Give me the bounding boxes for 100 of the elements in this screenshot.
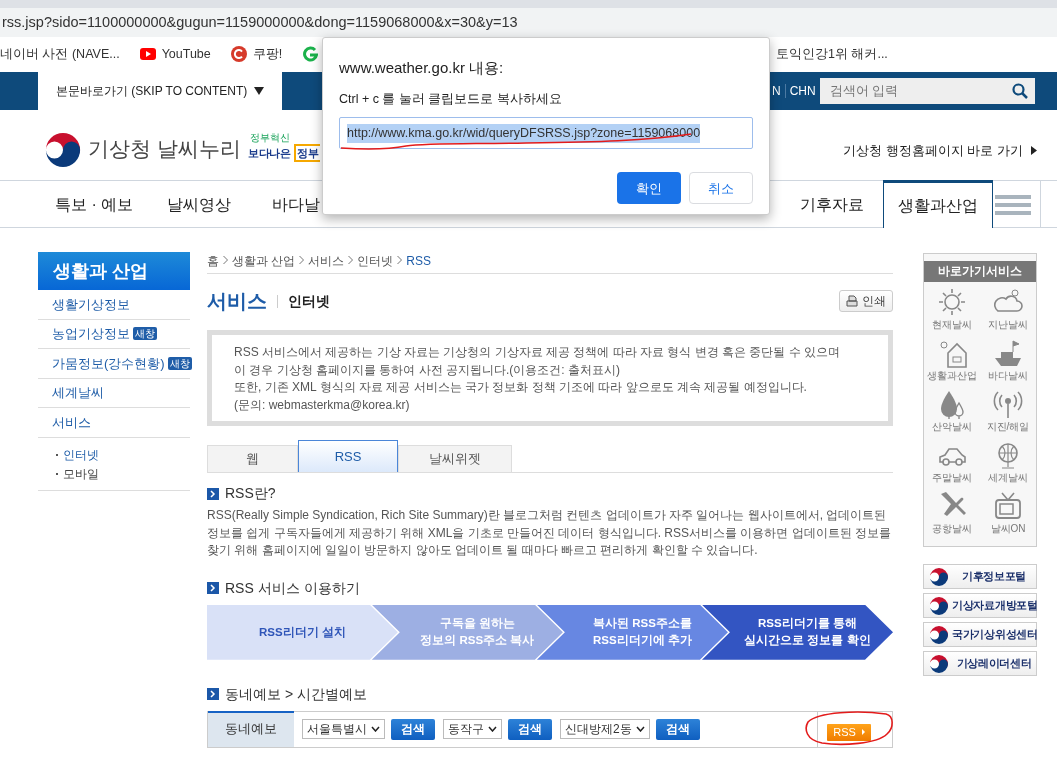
quick-link[interactable]: 날씨ON — [990, 491, 1026, 536]
language-link[interactable]: N — [772, 82, 781, 100]
tab[interactable]: RSS — [298, 440, 398, 472]
section-heading: RSS란? — [225, 484, 276, 503]
caret-icon — [254, 87, 264, 95]
triangle-icon — [1030, 146, 1037, 156]
portal-link[interactable]: 기상자료개방포털 — [923, 593, 1037, 618]
quick-link[interactable]: 공항날씨 — [932, 491, 972, 536]
search-button[interactable]: 검색 — [508, 718, 552, 740]
sidebar-subitem[interactable]: 모바일 — [63, 465, 99, 484]
sidebar-item[interactable]: 가뭄정보(강수현황) 새창 — [38, 349, 190, 379]
bookmark[interactable]: 토익인강1위 해커... — [776, 44, 888, 64]
step-text: RSS리더기에 추가 — [593, 633, 692, 649]
breadcrumb-link[interactable]: 홈 — [207, 252, 219, 270]
print-button[interactable]: 인쇄 — [839, 290, 893, 312]
step-text: RSS리더기를 통해 — [758, 616, 857, 632]
description-text: RSS(Really Simple Syndication, Rich Site Summary)란 블로그처럼 컨텐츠 업데이트가 자주 일어나는 웹사이트에서, 업데이트된 정보를 쉽게 구독자들에게 제공하기 위해 XML을 기초로 만들어진 데이터 형식입니다. RSS서비스를 이용하면 업데이트된 정보를 찾기 위해 홈페이지에 일일이 방문하지 않아도 업데이트 될 때마다 빠르고 편리하게 확인할 수 있습니다. — [207, 507, 893, 560]
breadcrumb-link[interactable]: 서비스 — [308, 252, 345, 270]
sidebar-item[interactable]: 생활기상정보 — [38, 290, 190, 320]
ok-button[interactable]: 확인 — [617, 172, 681, 205]
quick-link[interactable]: 지난날씨 — [988, 287, 1028, 332]
sidebar-item[interactable]: 농업기상정보 새창 — [38, 319, 190, 350]
bookmark[interactable] — [302, 46, 319, 62]
bookmark[interactable]: 쿠팡! — [230, 44, 283, 64]
url-field[interactable]: http://www.kma.go.kr/wid/queryDFSRSS.jsp?zone=1159068000 — [339, 117, 753, 150]
bullet-icon — [207, 582, 219, 595]
emblem-icon — [929, 624, 949, 645]
step-text: RSS리더기 설치 — [259, 624, 346, 640]
play-icon — [139, 48, 156, 60]
sun-icon — [937, 287, 967, 317]
notice-text: 또한, 기존 XML 형식의 자료 제공 서비스는 국가 정보화 정책 기조에 따라 앞으로도 계속 제공될 예정입니다. — [234, 379, 808, 396]
tab[interactable]: 날씨위젯 — [398, 445, 512, 472]
breadcrumb-current[interactable]: RSS — [406, 252, 432, 270]
panel-title: 바로가기서비스 — [924, 261, 1036, 282]
language-link[interactable]: CHN — [789, 82, 816, 100]
bookmark[interactable]: YouTube — [139, 44, 211, 64]
house-icon — [937, 338, 967, 368]
caret-icon — [635, 726, 645, 733]
new-window-badge: 새창 — [167, 357, 192, 370]
bookmark[interactable]: 네이버 사전 (NAVE... — [0, 44, 120, 64]
chevron-icon — [348, 255, 354, 265]
quick-link[interactable]: 현재날씨 — [932, 287, 972, 332]
search-button[interactable]: 검색 — [391, 718, 435, 740]
sidebar-subitem[interactable]: 인터넷 — [63, 446, 99, 465]
caret-icon — [488, 726, 497, 733]
step-text: 구독을 원하는 — [439, 616, 515, 632]
tab[interactable]: 웹 — [207, 445, 298, 472]
quick-link[interactable]: 바다날씨 — [988, 338, 1028, 383]
circle-logo-icon — [230, 46, 247, 62]
quick-link[interactable]: 지진/해일 — [986, 389, 1030, 434]
step-text: 정보의 RSS주소 복사 — [420, 633, 535, 649]
tv-icon — [993, 491, 1023, 521]
notice-text: 이 경우 기상청 홈페이지를 통하여 사전 공지됩니다.(이용조건: 출처표시) — [234, 361, 621, 379]
cancel-button[interactable]: 취소 — [689, 172, 753, 205]
search-button[interactable] — [1005, 78, 1035, 104]
new-window-badge: 새창 — [133, 327, 157, 341]
nav-tab[interactable]: 기후자료 — [800, 181, 864, 228]
site-name[interactable]: 기상청 날씨누리 — [88, 133, 241, 165]
sidebar-item[interactable]: 세계날씨 — [38, 378, 190, 409]
bullet-icon — [207, 688, 219, 701]
menu-icon[interactable] — [995, 194, 1031, 216]
emblem-icon — [929, 653, 949, 674]
notice-text: (문의: webmasterkma@korea.kr) — [234, 396, 411, 414]
select-field[interactable]: 동작구 — [443, 719, 502, 740]
quick-link[interactable]: 세계날씨 — [988, 440, 1028, 485]
logo-icon — [44, 131, 82, 169]
page-subtitle: 인터넷 — [288, 291, 330, 311]
nav-tab[interactable]: 특보 · 예보 — [55, 181, 134, 228]
search-button[interactable]: 검색 — [655, 718, 700, 740]
chevron-icon — [397, 255, 403, 265]
quick-link[interactable]: 주말날씨 — [932, 440, 972, 485]
emblem-icon — [929, 566, 949, 587]
nav-tab[interactable]: 생활과산업 — [883, 180, 993, 228]
slogan: 보다나은 — [248, 147, 290, 160]
quick-link[interactable]: 생활과산업 — [927, 338, 977, 383]
form-label: 동네예보 — [208, 710, 294, 747]
sidebar-item[interactable]: 서비스 — [38, 408, 190, 438]
admin-site-link[interactable]: 기상청 행정홈페이지 바로 가기 — [843, 141, 1037, 161]
breadcrumb-link[interactable]: 생활과 산업 — [232, 252, 296, 270]
printer-icon — [846, 295, 858, 307]
nav-tab[interactable]: 바다날 — [272, 181, 320, 228]
slogan-caption: 정부혁신 — [250, 132, 291, 143]
portal-link[interactable]: 기후정보포털 — [923, 564, 1037, 589]
select-field[interactable]: 서울특별시 — [302, 719, 385, 740]
section-heading: RSS 서비스 이용하기 — [225, 578, 360, 598]
dialog-message: Ctrl + c 를 눌러 클립보드로 복사하세요 — [339, 90, 563, 108]
antenna-icon — [993, 389, 1023, 419]
select-field[interactable]: 신대방제2동 — [560, 719, 650, 740]
step-text: 복사된 RSS주소를 — [593, 616, 692, 632]
search-field[interactable]: 검색어 입력 — [820, 78, 1005, 104]
slogan-bracket: 정부 — [294, 144, 320, 163]
address-bar[interactable]: rss.jsp?sido=1100000000&gugun=1159000000&dong=1159068000&x=30&y=13 — [0, 0, 1057, 37]
quick-link[interactable]: 산악날씨 — [932, 389, 972, 434]
portal-link[interactable]: 국가기상위성센터 — [923, 622, 1037, 647]
nav-tab[interactable]: 날씨영상 — [167, 181, 231, 228]
breadcrumb-link[interactable]: 인터넷 — [357, 252, 394, 270]
triangle-icon — [861, 729, 865, 736]
skip-link[interactable]: 본문바로가기 (SKIP TO CONTENT) — [38, 72, 282, 110]
emblem-icon — [929, 595, 949, 616]
portal-link[interactable]: 기상레이더센터 — [923, 651, 1037, 676]
